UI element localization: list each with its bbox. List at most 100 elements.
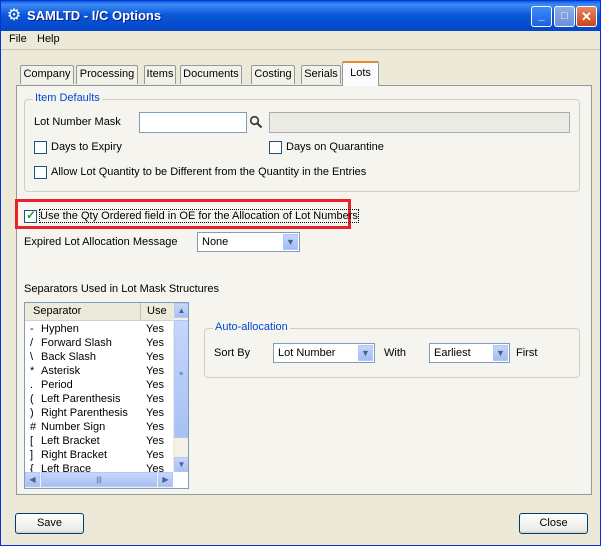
menu-file[interactable]: File	[9, 33, 27, 45]
chevron-down-icon: ▼	[177, 460, 186, 469]
separator-name: Right Bracket	[41, 449, 108, 461]
allow-lot-qty-label: Allow Lot Quantity to be Different from …	[51, 166, 367, 178]
column-header-separator[interactable]: Separator	[25, 303, 141, 320]
separator-use: Yes	[146, 323, 164, 335]
list-item[interactable]: - Hyphen Yes	[25, 323, 173, 337]
separator-use: Yes	[146, 407, 164, 419]
separator-name: Left Parenthesis	[41, 393, 121, 405]
days-on-quarantine-checkbox[interactable]	[269, 141, 282, 154]
separator-symbol: ]	[30, 449, 34, 461]
maximize-button[interactable]: □	[554, 6, 575, 27]
minimize-icon: _	[538, 10, 545, 22]
list-item[interactable]: * Asterisk Yes	[25, 365, 173, 379]
grip-icon: |||	[96, 477, 102, 484]
separator-name: Right Parenthesis	[41, 407, 128, 419]
tab-documents[interactable]: Documents	[180, 65, 242, 84]
tab-items[interactable]: Items	[144, 65, 176, 84]
tab-lots[interactable]: Lots	[342, 61, 379, 86]
tab-costing[interactable]: Costing	[251, 65, 295, 84]
sort-by-value: Lot Number	[278, 347, 336, 359]
lot-number-mask-input[interactable]	[139, 112, 247, 133]
days-to-expiry-checkbox[interactable]	[34, 141, 47, 154]
use-qty-ordered-label: Use the Qty Ordered field in OE for the …	[39, 209, 359, 223]
separator-use: Yes	[146, 351, 164, 363]
list-item[interactable]: # Number Sign Yes	[25, 421, 173, 435]
separator-symbol: -	[30, 323, 34, 335]
maximize-icon: □	[561, 10, 568, 22]
separator-symbol: *	[30, 365, 35, 377]
separator-name: Asterisk	[41, 365, 81, 377]
chevron-down-icon[interactable]: ▼	[283, 234, 298, 250]
list-item[interactable]: \ Back Slash Yes	[25, 351, 173, 365]
scroll-up-button[interactable]: ▲	[174, 303, 188, 318]
chevron-right-icon: ▶	[162, 475, 169, 484]
list-item[interactable]: ) Right Parenthesis Yes	[25, 407, 173, 421]
list-item[interactable]: ] Right Bracket Yes	[25, 449, 173, 463]
ic-options-window: ⚙ SAMLTD - I/C Options _ □ ✕ File Help C…	[0, 0, 601, 546]
list-item[interactable]: ( Left Parenthesis Yes	[25, 393, 173, 407]
separator-symbol: [	[30, 435, 34, 447]
list-item[interactable]: / Forward Slash Yes	[25, 337, 173, 351]
minimize-button[interactable]: _	[531, 6, 552, 27]
separator-use: Yes	[146, 337, 164, 349]
scroll-down-button[interactable]: ▼	[174, 457, 188, 472]
column-header-use[interactable]: Use	[141, 303, 173, 320]
separator-symbol: /	[30, 337, 34, 349]
save-button[interactable]: Save	[15, 513, 84, 534]
grip-icon: ≡	[179, 371, 184, 378]
scroll-left-button[interactable]: ◀	[25, 472, 40, 487]
close-icon: ✕	[581, 9, 592, 24]
with-value: Earliest	[434, 347, 471, 359]
separator-use: Yes	[146, 379, 164, 391]
lot-number-mask-label: Lot Number Mask	[34, 116, 121, 128]
gear-icon[interactable]: ⚙	[5, 7, 23, 25]
scroll-thumb[interactable]: ≡	[174, 320, 188, 438]
with-label: With	[384, 347, 406, 359]
title-bar[interactable]: ⚙ SAMLTD - I/C Options _ □ ✕	[1, 1, 600, 31]
chevron-down-icon[interactable]: ▼	[493, 345, 508, 361]
chevron-up-icon: ▲	[177, 306, 186, 315]
expired-lot-select[interactable]: None ▼	[197, 232, 300, 252]
first-label: First	[516, 347, 538, 359]
check-icon: ✓	[26, 208, 37, 222]
separator-name: Back Slash	[41, 351, 97, 363]
horizontal-scrollbar[interactable]: ◀ ||| ▶	[25, 472, 173, 488]
separator-symbol: #	[30, 421, 37, 433]
menu-bar: File Help	[1, 31, 600, 50]
sort-by-label: Sort By	[214, 347, 251, 359]
chevron-down-icon[interactable]: ▼	[358, 345, 373, 361]
separator-name: Hyphen	[41, 323, 79, 335]
use-qty-ordered-checkbox[interactable]: ✓	[24, 208, 37, 223]
magnifier-icon[interactable]	[249, 115, 263, 129]
allow-lot-qty-checkbox[interactable]	[34, 166, 47, 179]
vertical-scrollbar[interactable]: ▲ ≡ ▼	[173, 303, 188, 472]
separator-symbol: \	[30, 351, 34, 363]
list-item[interactable]: . Period Yes	[25, 379, 173, 393]
separator-use: Yes	[146, 449, 164, 461]
auto-allocation-legend: Auto-allocation	[213, 321, 290, 333]
separator-symbol: )	[30, 407, 34, 419]
expired-lot-value: None	[202, 236, 229, 248]
tab-processing[interactable]: Processing	[76, 65, 138, 84]
separator-use: Yes	[146, 421, 164, 433]
close-button[interactable]: Close	[519, 513, 588, 534]
separator-symbol: .	[30, 379, 34, 391]
scroll-right-button[interactable]: ▶	[158, 472, 173, 487]
with-select[interactable]: Earliest ▼	[429, 343, 510, 363]
close-window-button[interactable]: ✕	[576, 6, 597, 27]
lot-mask-description-field	[269, 112, 570, 133]
separators-list-header: Separator Use	[25, 303, 173, 321]
tab-company[interactable]: Company	[20, 65, 74, 84]
separator-name: Forward Slash	[41, 337, 112, 349]
list-item[interactable]: [ Left Bracket Yes	[25, 435, 173, 449]
sort-by-select[interactable]: Lot Number ▼	[273, 343, 375, 363]
separator-use: Yes	[146, 435, 164, 447]
window-title: SAMLTD - I/C Options	[27, 8, 162, 23]
separator-name: Period	[41, 379, 73, 391]
separator-name: Left Bracket	[41, 435, 100, 447]
tab-serials[interactable]: Serials	[301, 65, 341, 84]
menu-help[interactable]: Help	[37, 33, 60, 45]
separators-list[interactable]: Separator Use - Hyphen Yes / Forward Sla…	[24, 302, 189, 489]
expired-lot-label: Expired Lot Allocation Message	[24, 236, 178, 248]
scroll-thumb-horizontal[interactable]: |||	[41, 472, 157, 487]
